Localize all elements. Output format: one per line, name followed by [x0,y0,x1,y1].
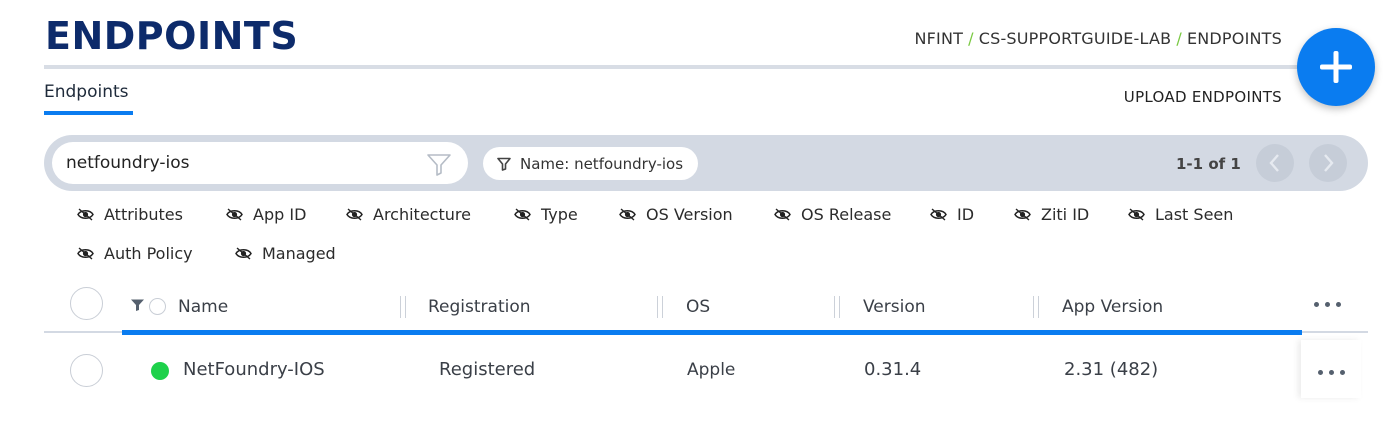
add-endpoint-button[interactable] [1297,28,1375,106]
previous-page-button[interactable] [1256,144,1294,182]
breadcrumb-lab[interactable]: CS-SUPPORTGUIDE-LAB [979,29,1172,48]
column-toggle-type[interactable]: Type [514,205,578,224]
column-resize-handle[interactable] [657,296,663,318]
column-toggle-architecture[interactable]: Architecture [346,205,471,224]
column-toggle-label: Type [541,205,578,224]
breadcrumb-separator: / [1176,29,1182,48]
cell-os: Apple [687,360,736,380]
column-toggle-managed[interactable]: Managed [235,244,336,263]
eye-slash-icon [514,208,531,221]
header-divider [44,65,1368,69]
page-title: ENDPOINTS [45,14,299,58]
column-toggle-label: Auth Policy [104,244,193,263]
breadcrumb: NFINT / CS-SUPPORTGUIDE-LAB / ENDPOINTS [914,29,1282,48]
column-toggle-label: Attributes [104,205,183,224]
eye-slash-icon [235,247,252,260]
cell-name[interactable]: NetFoundry-IOS [183,359,325,380]
eye-slash-icon [1014,208,1031,221]
cell-registration: Registered [439,359,536,380]
search-input[interactable] [52,142,468,184]
select-all-checkbox[interactable] [70,287,103,320]
row-actions-panel [1301,340,1361,398]
column-toggle-auth-policy[interactable]: Auth Policy [77,244,193,263]
tab-endpoints[interactable]: Endpoints [44,82,129,102]
column-header-registration[interactable]: Registration [428,297,531,317]
column-toggle-app-id[interactable]: App ID [226,205,306,224]
eye-slash-icon [774,208,791,221]
column-toggle-os-release[interactable]: OS Release [774,205,891,224]
pagination-count: 1-1 of 1 [1176,155,1241,173]
column-resize-handle[interactable] [1033,296,1039,318]
table-options-icon[interactable] [1314,302,1341,307]
column-toggle-label: ID [957,205,975,224]
column-toggle-attributes[interactable]: Attributes [77,205,183,224]
row-checkbox[interactable] [70,354,103,387]
header-row-accent [122,330,1302,335]
column-toggle-label: Last Seen [1155,205,1234,224]
cell-version: 0.31.4 [864,359,922,380]
filter-chip-label: Name: netfoundry-ios [520,154,684,173]
column-filter-icon[interactable] [130,298,145,312]
eye-slash-icon [346,208,363,221]
column-toggle-label: App ID [253,205,307,224]
column-header-app-version[interactable]: App Version [1062,297,1163,317]
column-toggle-label: Ziti ID [1041,205,1090,224]
row-menu-icon[interactable] [1318,370,1345,375]
eye-slash-icon [77,208,94,221]
eye-slash-icon [930,208,947,221]
sort-indicator[interactable] [149,298,166,315]
column-toggle-id[interactable]: ID [930,205,974,224]
column-toggle-label: OS Version [646,205,733,224]
filter-icon [497,157,511,171]
column-header-version[interactable]: Version [863,297,926,317]
cell-app-version: 2.31 (482) [1064,359,1159,380]
plus-icon [1320,51,1352,83]
column-resize-handle[interactable] [834,296,840,318]
column-toggle-label: Architecture [373,205,471,224]
column-toggle-label: OS Release [801,205,892,224]
column-resize-handle[interactable] [400,296,406,318]
column-header-name[interactable]: Name [178,297,228,317]
upload-endpoints-button[interactable]: UPLOAD ENDPOINTS [1124,88,1282,106]
breadcrumb-current: ENDPOINTS [1186,29,1282,48]
breadcrumb-separator: / [968,29,974,48]
column-header-os[interactable]: OS [686,297,710,317]
column-toggle-last-seen[interactable]: Last Seen [1128,205,1233,224]
column-toggle-label: Managed [262,244,336,263]
chevron-left-icon [1269,154,1279,172]
column-toggle-ziti-id[interactable]: Ziti ID [1014,205,1089,224]
eye-slash-icon [619,208,636,221]
eye-slash-icon [226,208,243,221]
column-toggle-os-version[interactable]: OS Version [619,205,733,224]
chevron-right-icon [1324,154,1334,172]
eye-slash-icon [1128,208,1145,221]
next-page-button[interactable] [1309,144,1347,182]
status-online-icon [151,362,169,380]
eye-slash-icon [77,247,94,260]
active-tab-indicator [44,111,133,115]
filter-chip-name[interactable]: Name: netfoundry-ios [483,147,699,180]
funnel-icon[interactable] [426,151,452,177]
breadcrumb-network[interactable]: NFINT [914,29,963,48]
